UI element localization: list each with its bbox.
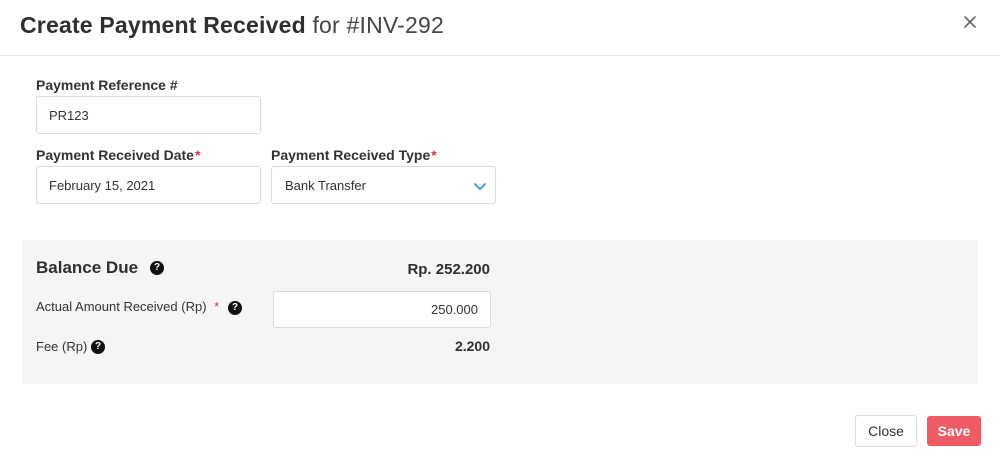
- fee-label: Fee (Rp): [36, 339, 88, 354]
- modal-title-invoice: for #INV-292: [312, 12, 444, 38]
- fee-value: 2.200: [454, 338, 490, 354]
- modal-title: Create Payment Received for #INV-292: [20, 12, 444, 39]
- modal-header: Create Payment Received for #INV-292: [0, 0, 1000, 56]
- actual-amount-label: Actual Amount Received (Rp) *: [36, 299, 219, 314]
- payment-type-select[interactable]: Bank Transfer: [271, 166, 496, 204]
- payment-date-label: Payment Received Date*: [36, 147, 200, 163]
- actual-amount-label-text: Actual Amount Received (Rp): [36, 299, 207, 314]
- balance-due-value: Rp. 252.200: [407, 261, 490, 278]
- close-icon[interactable]: [962, 14, 978, 30]
- required-asterisk: *: [214, 299, 220, 314]
- balance-panel: Balance Due ? Rp. 252.200 Actual Amount …: [22, 240, 978, 384]
- payment-type-label-text: Payment Received Type: [271, 147, 431, 163]
- required-asterisk: *: [431, 147, 437, 163]
- payment-reference-label-text: Payment Reference #: [36, 77, 178, 93]
- required-asterisk: *: [194, 147, 201, 163]
- payment-date-label-text: Payment Received Date: [36, 147, 194, 163]
- save-button[interactable]: Save: [927, 416, 981, 446]
- help-icon[interactable]: ?: [228, 301, 242, 315]
- payment-reference-label: Payment Reference #: [36, 77, 178, 93]
- payment-type-value: Bank Transfer: [285, 178, 366, 193]
- help-icon[interactable]: ?: [91, 340, 105, 354]
- payment-reference-input[interactable]: [36, 96, 261, 134]
- payment-date-input[interactable]: [36, 166, 261, 204]
- chevron-down-icon: [474, 183, 486, 190]
- close-button[interactable]: Close: [855, 415, 917, 447]
- payment-type-label: Payment Received Type*: [271, 147, 437, 163]
- actual-amount-input[interactable]: [273, 291, 491, 328]
- modal-title-main: Create Payment Received: [20, 12, 306, 38]
- balance-due-title: Balance Due: [36, 258, 139, 277]
- help-icon[interactable]: ?: [150, 261, 164, 275]
